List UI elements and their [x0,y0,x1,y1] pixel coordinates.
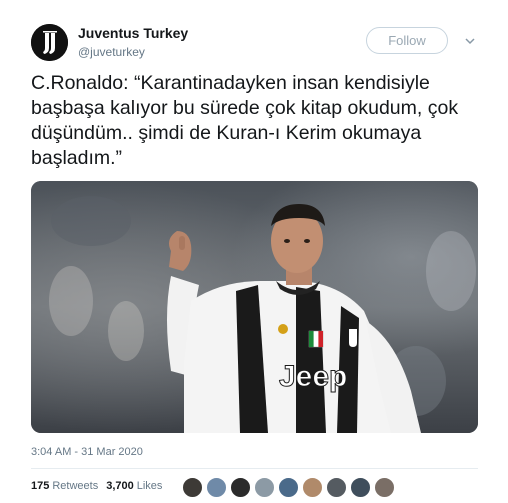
juventus-logo-icon [31,24,68,61]
retweets-count: 175 [31,480,50,492]
liker-avatar[interactable] [182,477,203,498]
liker-avatars [182,477,398,498]
chevron-down-icon[interactable] [463,34,477,48]
likes-label: Likes [136,480,163,492]
tweet-timestamp[interactable]: 3:04 AM - 31 Mar 2020 [31,446,143,458]
retweets-stat[interactable]: 175 Retweets [31,480,98,492]
account-handle[interactable]: @juveturkey [78,45,145,59]
tweet-stats: 175 Retweets 3,700 Likes [31,480,162,492]
tweet-card: Juventus Turkey @juveturkey Follow C.Ron… [0,0,508,503]
liker-avatar[interactable] [278,477,299,498]
liker-avatar[interactable] [254,477,275,498]
tweet-media-photo[interactable]: Jeep [31,181,478,433]
liker-avatar[interactable] [326,477,347,498]
jersey-sponsor-text: Jeep [279,360,347,393]
follow-button[interactable]: Follow [366,27,448,54]
liker-avatar[interactable] [230,477,251,498]
liker-avatar[interactable] [302,477,323,498]
likes-count: 3,700 [106,480,134,492]
avatar[interactable] [31,24,68,61]
liker-avatar[interactable] [374,477,395,498]
retweets-label: Retweets [52,480,99,492]
liker-avatar[interactable] [206,477,227,498]
display-name[interactable]: Juventus Turkey [78,25,188,41]
tweet-text: C.Ronaldo: “Karantinadayken insan kendis… [31,72,459,169]
divider [31,468,478,469]
likes-stat[interactable]: 3,700 Likes [106,480,162,492]
player-photo: Jeep [31,181,478,433]
liker-avatar[interactable] [350,477,371,498]
